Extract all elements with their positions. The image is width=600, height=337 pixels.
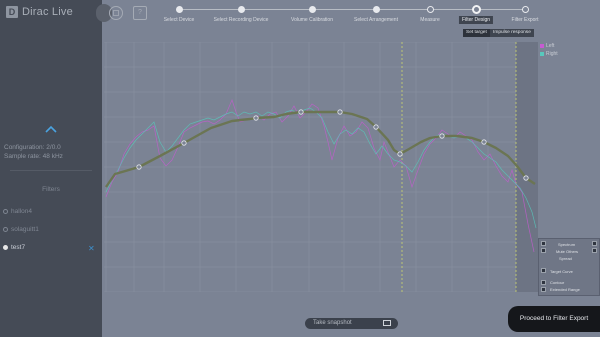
snapshot-icon[interactable] <box>383 320 391 326</box>
device-info: Configuration: 2/0.0 Sample rate: 48 kHz <box>4 143 63 161</box>
filters-heading: Filters <box>42 186 60 193</box>
filter-label: solaguitt1 <box>11 226 39 233</box>
step-label[interactable]: Filter Export <box>512 17 539 23</box>
proceed-to-filter-export-button[interactable]: Proceed to Filter Export <box>508 306 600 332</box>
target-curve-line[interactable] <box>105 110 536 188</box>
chevron-up-icon[interactable] <box>44 124 58 134</box>
target-control-point[interactable] <box>298 109 304 115</box>
step-dot-arrangement[interactable] <box>373 6 380 13</box>
step-dot-volume-calibration[interactable] <box>309 6 316 13</box>
dirac-live-window: D Dirac Live Configuration: 2/0.0 Sample… <box>0 0 600 337</box>
legend-swatch <box>540 44 544 48</box>
target-control-point[interactable] <box>523 175 529 181</box>
delete-icon[interactable]: ✕ <box>88 244 95 253</box>
target-curve-group[interactable] <box>105 109 536 188</box>
sample-rate-text: Sample rate: 48 kHz <box>4 153 63 160</box>
grid <box>104 42 538 292</box>
radio-button[interactable] <box>3 209 8 214</box>
filter-label: test7 <box>11 244 26 251</box>
target-control-point[interactable] <box>337 109 343 115</box>
radio-button[interactable] <box>3 227 8 232</box>
app-logo: D Dirac Live <box>6 6 73 18</box>
snapshot-bar[interactable]: Take snapshot <box>305 318 398 329</box>
target-control-point[interactable] <box>439 133 445 139</box>
legend-swatch <box>540 52 544 56</box>
step-dot-select-device[interactable] <box>176 6 183 13</box>
filter-item-selected[interactable]: test7 <box>3 244 25 251</box>
excluded-range <box>516 42 538 292</box>
logo-mark: D <box>6 6 18 18</box>
step-label[interactable]: Select Arrangement <box>354 17 398 23</box>
step-dot-filter-design[interactable] <box>472 5 481 14</box>
target-control-point[interactable] <box>397 151 403 157</box>
frequency-response-plot[interactable] <box>104 42 538 292</box>
legend: Left Right <box>540 42 558 58</box>
help-button[interactable]: ? <box>133 6 147 20</box>
option-spectrum: Spectrum <box>558 242 576 247</box>
radio-button-selected[interactable] <box>3 245 8 250</box>
option-extended-range: Extended Range <box>550 287 580 292</box>
checkbox[interactable] <box>592 248 597 253</box>
filter-item[interactable]: hallon4 <box>3 208 32 215</box>
app-name: Dirac Live <box>22 6 73 18</box>
legend-label: Left <box>546 43 555 49</box>
checkbox[interactable] <box>541 268 546 273</box>
divider <box>10 170 92 171</box>
tab-impulse-response[interactable]: Impulse response <box>490 29 534 37</box>
step-label-current[interactable]: Filter Design <box>458 16 494 24</box>
step-label[interactable]: Select Recording Device <box>214 17 269 23</box>
tab-set-target[interactable]: Set target <box>463 29 490 37</box>
option-mute-others: Mute Others <box>556 249 579 254</box>
save-icon[interactable] <box>109 6 123 20</box>
option-target-curve: Target Curve <box>550 269 573 274</box>
checkbox[interactable] <box>541 248 546 253</box>
checkbox[interactable] <box>541 287 546 292</box>
step-dot-filter-export[interactable] <box>522 6 529 13</box>
step-label[interactable]: Measure <box>420 17 439 23</box>
checkbox[interactable] <box>592 241 597 246</box>
filter-item[interactable]: solaguitt1 <box>3 226 39 233</box>
step-dot-recording-device[interactable] <box>238 6 245 13</box>
step-label[interactable]: Volume Calibration <box>291 17 333 23</box>
checkbox[interactable] <box>541 241 546 246</box>
legend-item-right[interactable]: Right <box>540 50 558 58</box>
option-spread: Spread <box>559 256 572 261</box>
option-contour: Contour <box>550 280 565 285</box>
sidebar: D Dirac Live Configuration: 2/0.0 Sample… <box>0 0 102 337</box>
legend-label: Right <box>546 51 558 57</box>
checkbox[interactable] <box>541 280 546 285</box>
configuration-text: Configuration: 2/0.0 <box>4 144 61 151</box>
target-control-point[interactable] <box>136 164 142 170</box>
step-label[interactable]: Select Device <box>164 17 195 23</box>
target-control-point[interactable] <box>481 139 487 145</box>
target-control-point[interactable] <box>181 140 187 146</box>
target-control-point[interactable] <box>253 115 259 121</box>
step-dot-measure[interactable] <box>427 6 434 13</box>
left-measurement-curve <box>105 99 535 253</box>
toolbar: ? <box>109 6 147 20</box>
right-measurement-curve <box>105 107 537 229</box>
plot-options-panel: Spectrum Mute Others Spread Target Curve… <box>538 238 600 296</box>
target-control-point[interactable] <box>373 124 379 130</box>
filter-label: hallon4 <box>11 208 32 215</box>
snapshot-label: Take snapshot <box>313 320 352 326</box>
legend-item-left[interactable]: Left <box>540 42 558 50</box>
